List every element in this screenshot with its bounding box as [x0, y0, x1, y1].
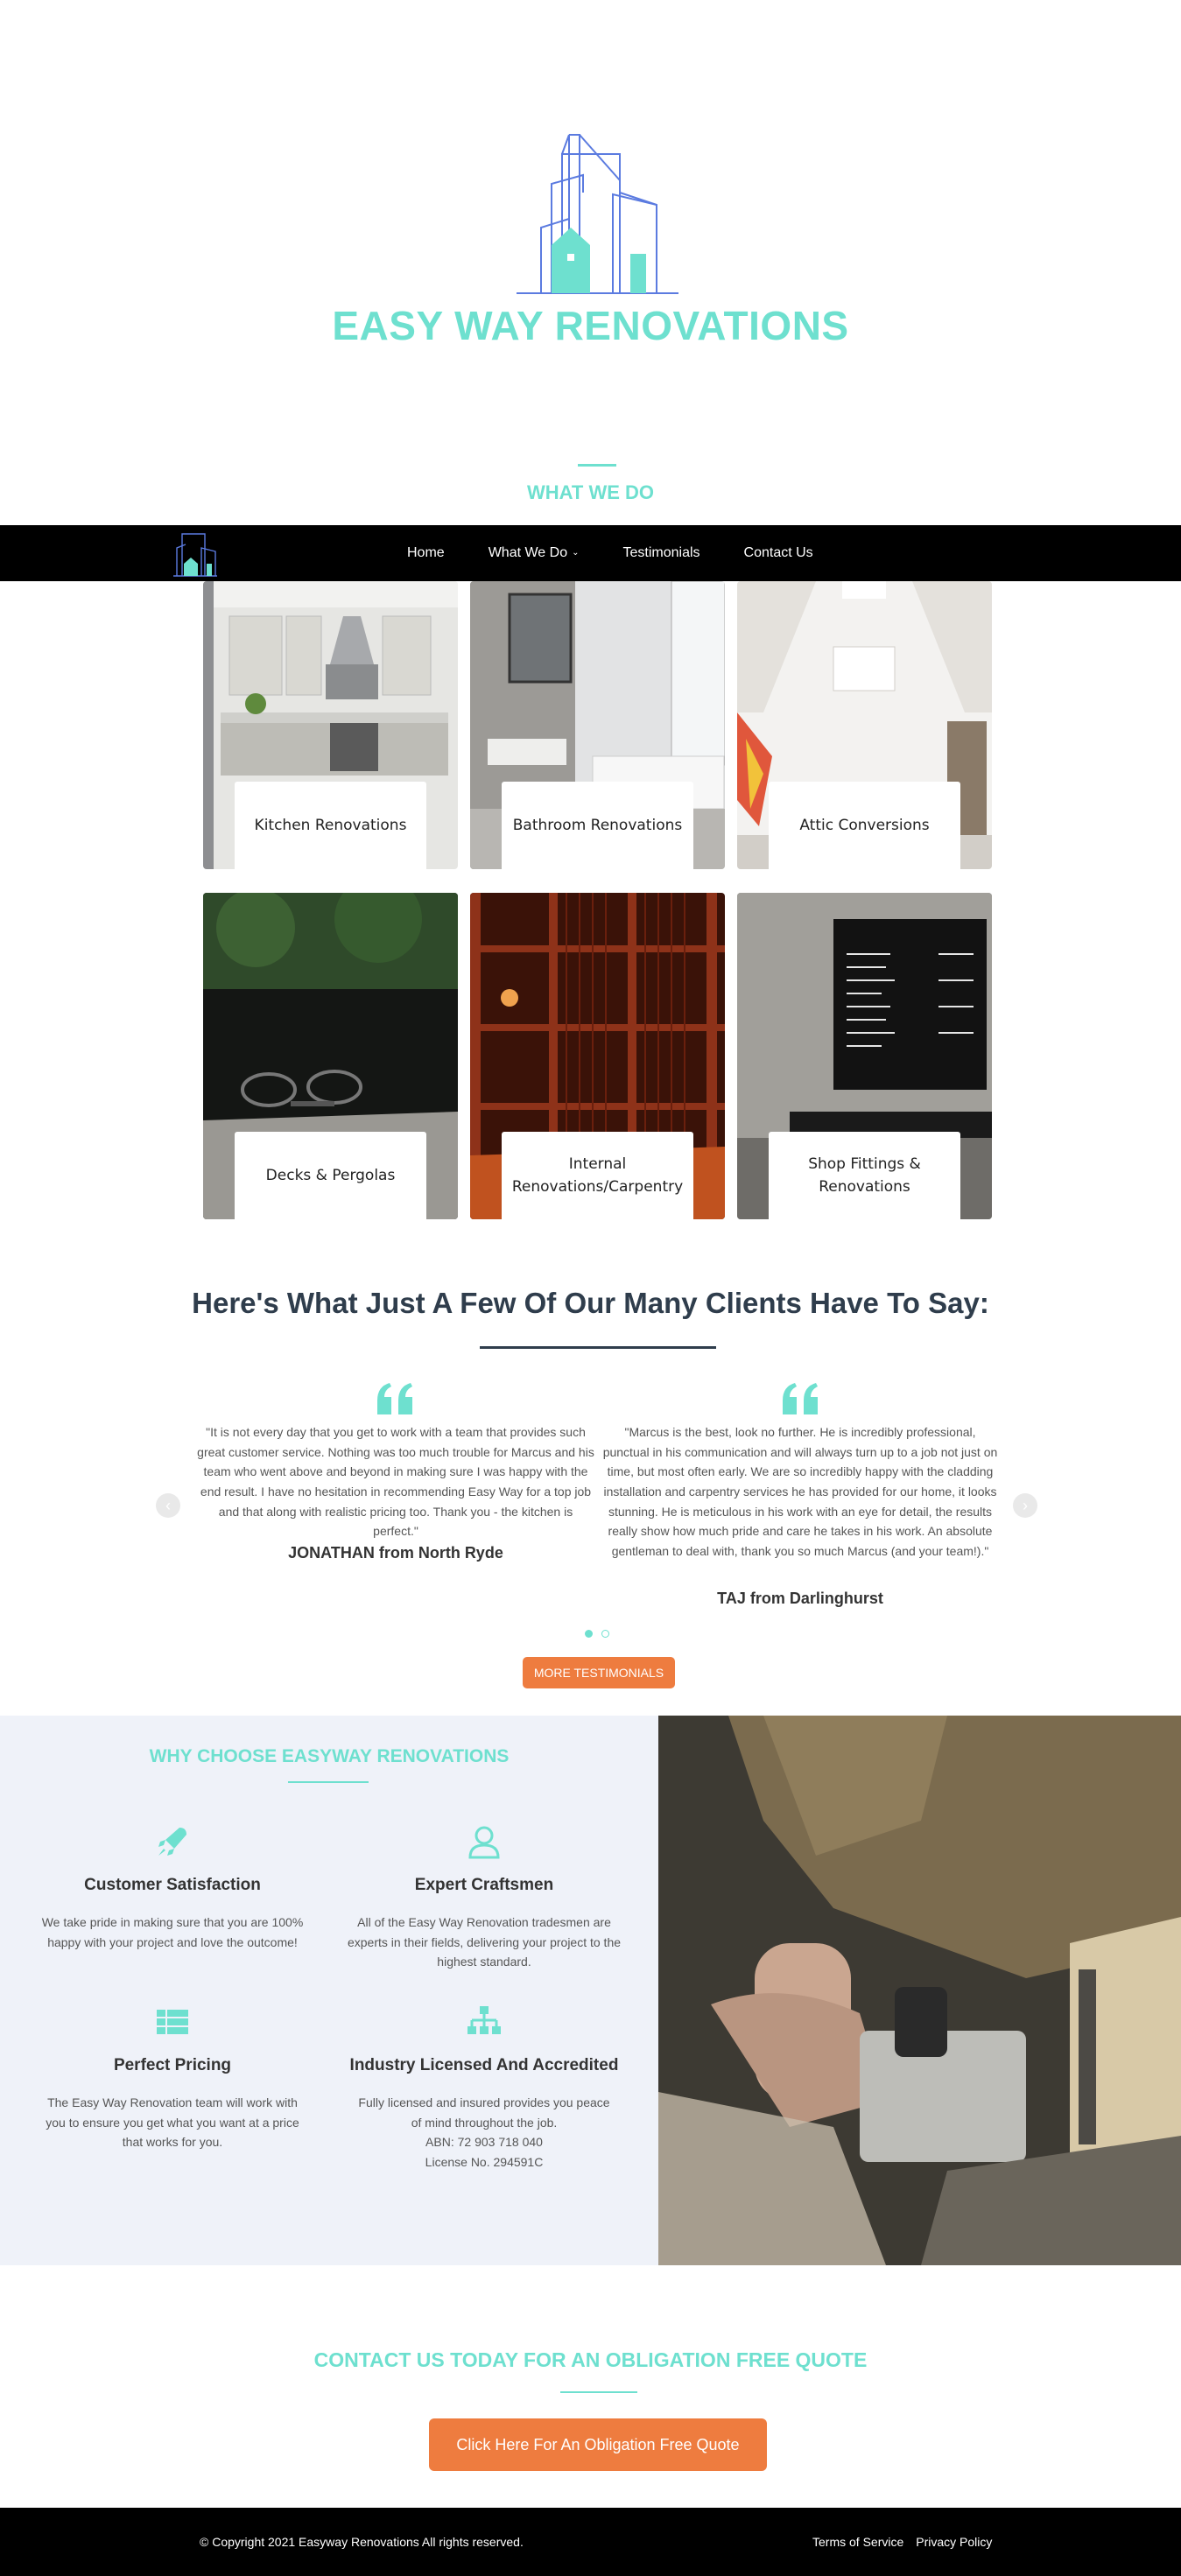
why-choose-title: WHY CHOOSE EASYWAY RENOVATIONS — [149, 1746, 510, 1766]
page: EASY WAY RENOVATIONS WHAT WE DO Home Wha… — [0, 0, 1181, 2576]
heading-divider — [480, 1346, 716, 1349]
feature-title: Expert Craftsmen — [414, 1876, 554, 1894]
nav-home[interactable]: Home — [407, 545, 445, 561]
nav-what-we-do[interactable]: What We Do ⌄ — [489, 545, 580, 561]
service-label: Bathroom Renovations — [502, 782, 693, 869]
feature-expert-craftsmen: Expert Craftsmen All of the Easy Way Ren… — [335, 1822, 633, 1972]
nav-logo-icon[interactable] — [173, 529, 217, 578]
quote-icon — [783, 1383, 818, 1414]
free-quote-button[interactable]: Click Here For An Obligation Free Quote — [429, 2418, 767, 2471]
feature-customer-satisfaction: Customer Satisfaction We take pride in m… — [24, 1822, 321, 1952]
service-card-decks[interactable]: Decks & Pergolas — [203, 893, 458, 1219]
service-card-bathroom[interactable]: Bathroom Renovations — [470, 581, 725, 869]
service-card-kitchen[interactable]: Kitchen Renovations — [203, 581, 458, 869]
user-icon — [468, 1826, 500, 1859]
craftsman-photo — [658, 1716, 1181, 2265]
quote-icon — [377, 1383, 412, 1414]
sitemap-icon — [467, 2006, 501, 2034]
license-number: License No. 294591C — [425, 2155, 544, 2170]
rocket-icon — [158, 1828, 186, 1856]
testimonial-author: JONATHAN from North Ryde — [288, 1544, 503, 1562]
what-we-do-title: WHAT WE DO — [526, 481, 654, 503]
testimonials-heading: Here's What Just A Few Of Our Many Clien… — [192, 1287, 989, 1319]
why-divider — [288, 1781, 369, 1783]
carousel-prev-arrow[interactable]: ‹ — [156, 1493, 180, 1518]
service-label: Internal Renovations/Carpentry — [502, 1132, 693, 1219]
carousel-next-arrow[interactable]: › — [1013, 1493, 1037, 1518]
service-label: Decks & Pergolas — [235, 1132, 426, 1219]
brand-title: EASY WAY RENOVATIONS — [332, 303, 849, 348]
chevron-down-icon: ⌄ — [572, 548, 580, 558]
main-nav: Home What We Do ⌄ Testimonials Contact Us — [0, 525, 1181, 581]
service-card-shop[interactable]: Shop Fittings & Renovations — [737, 893, 992, 1219]
testimonial-author: TAJ from Darlinghurst — [717, 1590, 883, 1607]
feature-title: Industry Licensed And Accredited — [349, 2056, 619, 2074]
list-icon — [157, 2010, 188, 2034]
feature-licensed: Industry Licensed And Accredited Fully l… — [335, 2003, 633, 2172]
copyright-text: © Copyright 2021 Easyway Renovations All… — [200, 2535, 524, 2549]
carousel-dot-active[interactable] — [585, 1630, 593, 1638]
service-label: Shop Fittings & Renovations — [769, 1132, 960, 1219]
service-label: Attic Conversions — [769, 782, 960, 869]
section-divider — [578, 464, 616, 467]
more-testimonials-button[interactable]: MORE TESTIMONIALS — [523, 1657, 675, 1688]
testimonial-text: "Marcus is the best, look no further. He… — [602, 1425, 998, 1559]
nav-contact-us[interactable]: Contact Us — [744, 545, 813, 561]
feature-title: Customer Satisfaction — [84, 1876, 261, 1894]
feature-text: All of the Easy Way Renovation tradesmen… — [347, 1915, 622, 1969]
feature-text-line: Fully licensed and insured provides you … — [358, 2095, 610, 2130]
footer-links: Terms of Service Privacy Policy — [812, 2535, 1004, 2549]
nav-what-we-do-label: What We Do — [488, 545, 568, 560]
terms-of-service-link[interactable]: Terms of Service — [812, 2535, 903, 2549]
feature-title: Perfect Pricing — [113, 2056, 232, 2074]
cta-divider — [560, 2391, 637, 2393]
feature-text: The Easy Way Renovation team will work w… — [46, 2095, 299, 2150]
nav-testimonials[interactable]: Testimonials — [622, 545, 699, 561]
testimonial-text: "It is not every day that you get to wor… — [197, 1425, 594, 1539]
service-card-internal[interactable]: Internal Renovations/Carpentry — [470, 893, 725, 1219]
feature-text: Fully licensed and insured provides you … — [335, 2093, 633, 2172]
cta-title: CONTACT US TODAY FOR AN OBLIGATION FREE … — [313, 2348, 868, 2371]
service-card-attic[interactable]: Attic Conversions — [737, 581, 992, 869]
feature-text: We take pride in making sure that you ar… — [41, 1915, 304, 1949]
craftsman-image — [658, 1716, 1181, 2265]
nav-items: Home What We Do ⌄ Testimonials Contact Us — [385, 525, 835, 581]
building-house-logo-icon — [517, 134, 678, 294]
footer: © Copyright 2021 Easyway Renovations All… — [0, 2508, 1181, 2576]
carousel-dot[interactable] — [601, 1630, 609, 1638]
why-choose-section: WHY CHOOSE EASYWAY RENOVATIONS Customer … — [0, 1716, 658, 2265]
abn-number: ABN: 72 903 718 040 — [425, 2135, 543, 2150]
service-label: Kitchen Renovations — [235, 782, 426, 869]
hero: EASY WAY RENOVATIONS WHAT WE DO — [0, 0, 1181, 525]
feature-perfect-pricing: Perfect Pricing The Easy Way Renovation … — [24, 2003, 321, 2152]
privacy-policy-link[interactable]: Privacy Policy — [916, 2535, 992, 2549]
